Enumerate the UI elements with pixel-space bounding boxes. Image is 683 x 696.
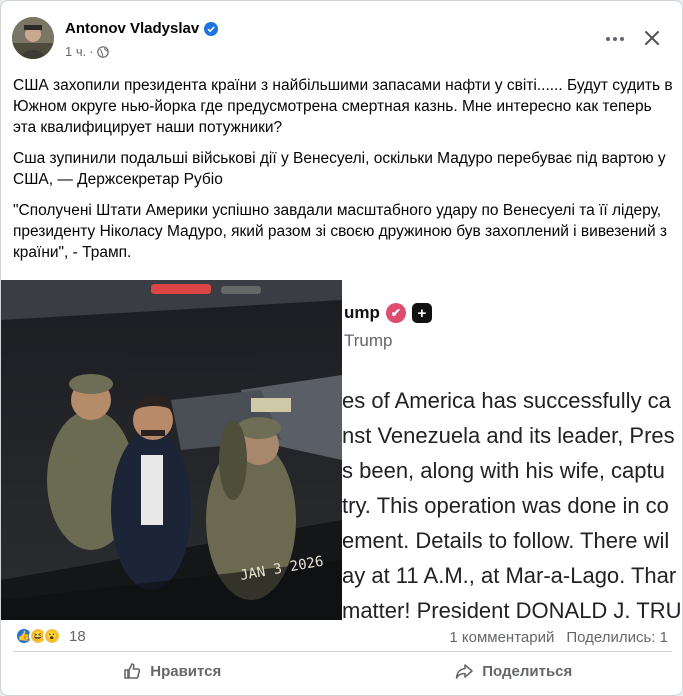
- ts-line: try. This operation was done in co: [342, 493, 669, 518]
- ts-line: ement. Details to follow. There wil: [342, 528, 670, 553]
- comments-count[interactable]: 1 комментарий: [449, 629, 554, 646]
- like-label: Нравится: [150, 662, 222, 680]
- arrest-photo[interactable]: JAN 3 2026: [1, 280, 342, 620]
- share-label: Поделиться: [482, 662, 573, 680]
- post-paragraph: США захопили президента країни з найбіль…: [13, 77, 673, 136]
- ts-line: matter! President DONALD J. TRU: [342, 598, 682, 620]
- ts-post-text: es of America has successfully ca nst Ve…: [342, 383, 682, 620]
- ts-line: ay at 11 A.M., at Mar-a-Lago. Thar: [342, 563, 677, 588]
- like-button[interactable]: Нравится: [1, 653, 343, 689]
- ts-line: es of America has successfully ca: [342, 388, 671, 413]
- share-button[interactable]: Поделиться: [343, 653, 683, 689]
- meta-separator: ·: [89, 44, 94, 59]
- avatar[interactable]: [12, 17, 54, 59]
- post-text: США захопили президента країни з найбіль…: [13, 75, 675, 273]
- post-meta: 1 ч. ·: [65, 44, 109, 59]
- ts-author: ump ✔ +: [344, 303, 432, 323]
- divider: [13, 651, 672, 652]
- more-options-button[interactable]: [601, 27, 629, 51]
- truth-social-screenshot[interactable]: ump ✔ + Trump es of America has successf…: [342, 280, 682, 620]
- ts-handle: Trump: [344, 331, 393, 350]
- post-time[interactable]: 1 ч.: [65, 44, 86, 59]
- author-name-text[interactable]: Antonov Vladyslav: [65, 20, 199, 37]
- close-icon[interactable]: [641, 27, 663, 49]
- ts-plus-icon: +: [411, 303, 432, 323]
- ts-author-text: ump: [344, 303, 380, 322]
- ts-line: nst Venezuela and its leader, Pres: [342, 423, 675, 448]
- post-stats: 1 комментарий Поделились: 1: [449, 629, 668, 646]
- ts-verified-icon: ✔: [385, 303, 406, 323]
- share-arrow-icon: [455, 664, 474, 679]
- post-paragraph: Сша зупинили подальші військові дії у Ве…: [13, 150, 666, 188]
- post-card: Antonov Vladyslav 1 ч. · США захопили пр…: [0, 0, 683, 696]
- post-header: Antonov Vladyslav 1 ч. ·: [1, 1, 682, 71]
- verified-icon: [204, 21, 219, 36]
- author-name[interactable]: Antonov Vladyslav: [65, 20, 219, 37]
- more-icon: [606, 37, 610, 41]
- post-media[interactable]: JAN 3 2026 ump ✔ + Trump es of America h…: [1, 280, 682, 620]
- globe-icon: [96, 45, 109, 58]
- reaction-count[interactable]: 18: [69, 628, 86, 645]
- ts-line: s been, along with his wife, captu: [342, 458, 665, 483]
- thumbs-up-icon: [124, 663, 141, 679]
- post-actions: Нравится Поделиться: [1, 653, 683, 689]
- wow-reaction-icon: 😮: [43, 627, 61, 645]
- shares-count[interactable]: Поделились: 1: [566, 629, 668, 646]
- reaction-summary[interactable]: 👍 😆 😮 18: [15, 627, 86, 645]
- post-paragraph: "Сполучені Штати Америки успішно завдали…: [13, 202, 668, 261]
